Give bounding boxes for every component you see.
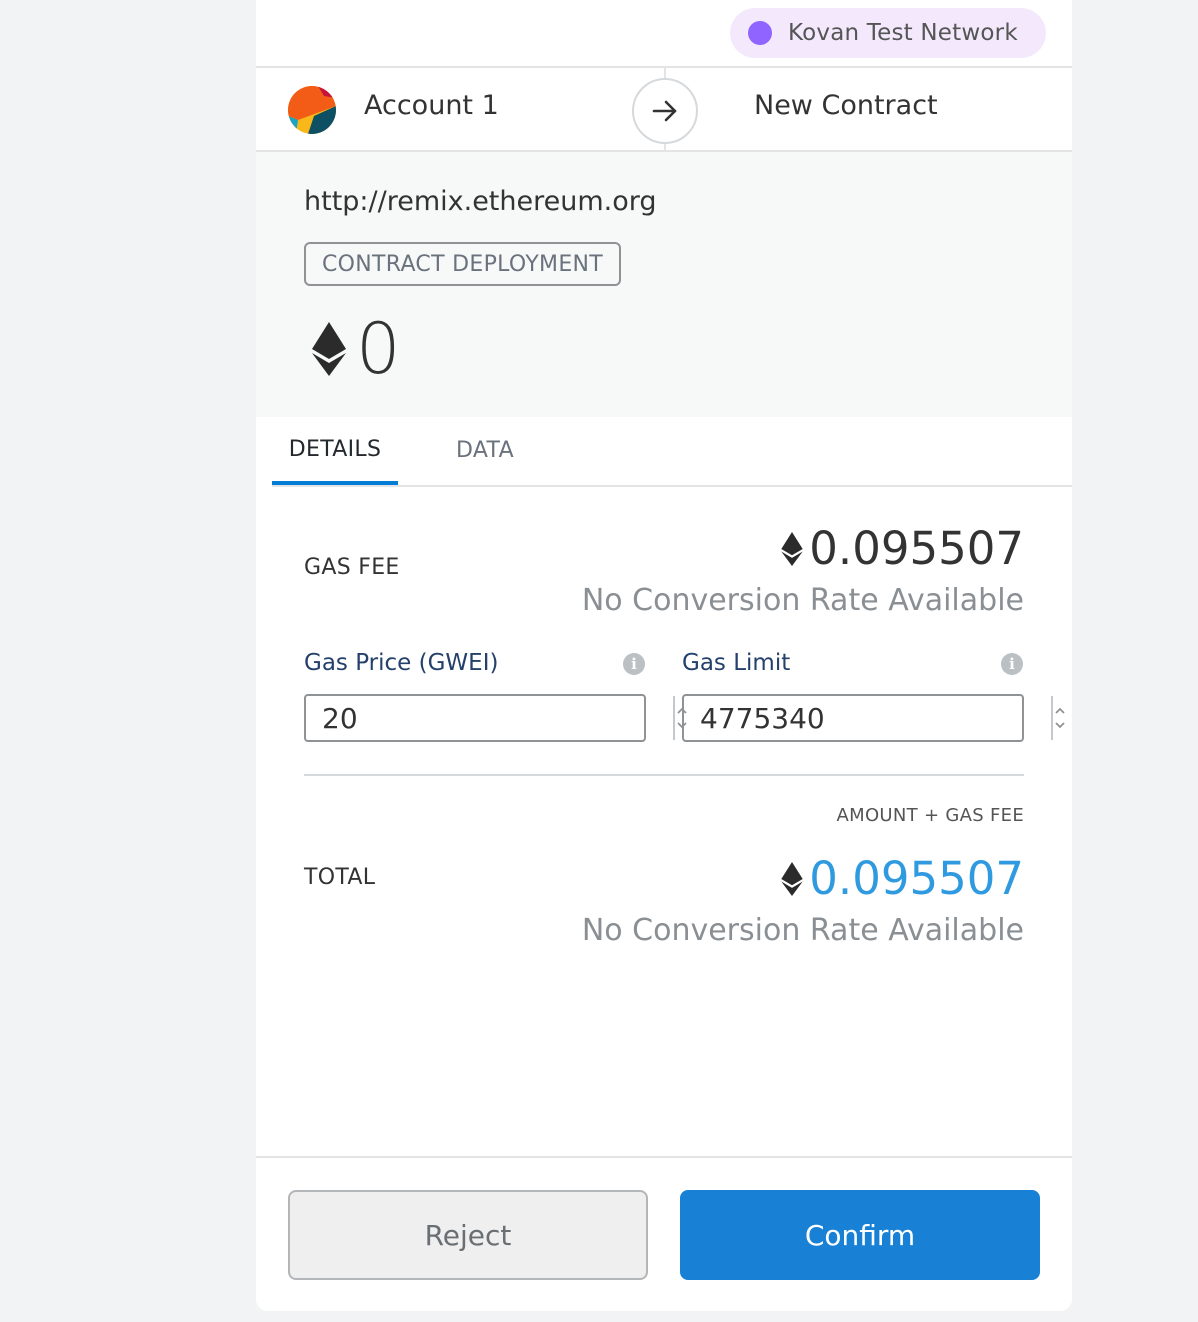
- divider: [304, 774, 1024, 776]
- gas-fee-label: GAS FEE: [304, 555, 400, 580]
- gas-limit-label: Gas Limit: [682, 650, 791, 676]
- footer: Reject Confirm: [256, 1156, 1072, 1311]
- gas-fee-value: 0.095507: [809, 522, 1024, 575]
- action-badge: CONTRACT DEPLOYMENT: [304, 242, 622, 286]
- origin-url: http://remix.ethereum.org: [304, 186, 657, 217]
- gas-fee-fiat: No Conversion Rate Available: [581, 583, 1024, 618]
- sender-account-name[interactable]: Account 1: [364, 90, 499, 121]
- gas-price-label: Gas Price (GWEI): [304, 650, 499, 676]
- confirm-button[interactable]: Confirm: [680, 1190, 1040, 1280]
- sender-recipient-row: Account 1 New Contract: [256, 66, 1072, 152]
- gas-limit-stepper: [682, 694, 1065, 742]
- tab-bar: DETAILS DATA: [272, 417, 1072, 487]
- amount-display: 0: [312, 314, 401, 384]
- gas-fee-amount: 0.095507: [781, 522, 1024, 575]
- network-label: Kovan Test Network: [788, 20, 1018, 46]
- gas-price-stepper: [304, 694, 687, 742]
- network-dropdown[interactable]: Kovan Test Network: [730, 8, 1046, 58]
- transaction-summary: http://remix.ethereum.org CONTRACT DEPLO…: [256, 152, 1072, 417]
- total-fiat: No Conversion Rate Available: [581, 913, 1024, 948]
- chevron-down-icon[interactable]: [1053, 718, 1067, 732]
- recipient-name: New Contract: [754, 90, 938, 121]
- info-icon[interactable]: i: [623, 653, 645, 675]
- gas-limit-input[interactable]: [684, 696, 1053, 740]
- network-status-dot: [748, 21, 772, 45]
- total-value: 0.095507: [809, 852, 1024, 905]
- tab-data[interactable]: DATA: [422, 417, 548, 483]
- total-amount: 0.095507: [781, 852, 1024, 905]
- network-bar: Kovan Test Network: [256, 0, 1072, 68]
- confirm-transaction-panel: Kovan Test Network Account 1 New Contrac…: [256, 0, 1072, 1311]
- chevron-up-icon[interactable]: [1053, 704, 1067, 718]
- total-heading: AMOUNT + GAS FEE: [836, 805, 1024, 826]
- reject-button[interactable]: Reject: [288, 1190, 648, 1280]
- amount-value: 0: [356, 308, 401, 390]
- tab-details[interactable]: DETAILS: [272, 417, 398, 485]
- info-icon[interactable]: i: [1001, 653, 1023, 675]
- ethereum-icon: [781, 531, 803, 566]
- arrow-right-icon: [632, 78, 698, 144]
- total-label: TOTAL: [304, 865, 376, 890]
- gas-price-input[interactable]: [306, 696, 675, 740]
- account-identicon: [288, 86, 336, 134]
- ethereum-icon: [312, 322, 346, 376]
- ethereum-icon: [781, 861, 803, 896]
- gas-limit-spinner: [1053, 696, 1067, 740]
